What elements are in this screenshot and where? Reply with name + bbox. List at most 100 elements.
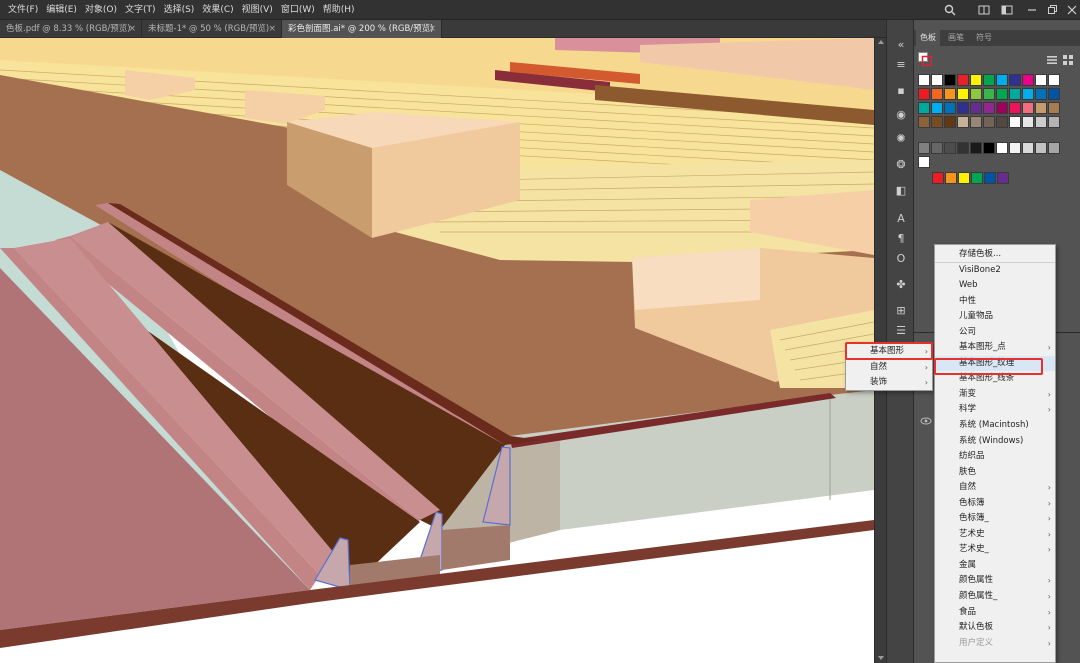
paragraph-icon[interactable]: ¶ xyxy=(894,232,908,246)
artboard-canvas[interactable] xyxy=(0,38,874,663)
transform-icon[interactable]: ⊞ xyxy=(894,304,908,318)
fill-stroke-icon[interactable] xyxy=(918,52,932,66)
color-swatch[interactable] xyxy=(983,116,995,128)
library-menu-item[interactable]: 金属 xyxy=(935,558,1055,574)
tab-document-2[interactable]: 未标题-1* @ 50 % (RGB/预览) × xyxy=(142,20,282,38)
tab-document-3-active[interactable]: 彩色剖面图.ai* @ 200 % (RGB/预览) × xyxy=(282,20,442,38)
library-menu-item[interactable]: 艺术史_ › xyxy=(935,542,1055,558)
menu-window[interactable]: 窗口(W) xyxy=(277,0,319,20)
scroll-down-icon[interactable] xyxy=(878,656,884,660)
character-icon[interactable]: A xyxy=(894,212,908,226)
library-menu-item[interactable]: 基本图形_纹理 xyxy=(935,355,1055,372)
search-icon[interactable] xyxy=(944,4,956,16)
workspace-icon[interactable] xyxy=(1001,4,1013,16)
color-swatch[interactable] xyxy=(1009,74,1021,86)
symbols-icon[interactable]: ✤ xyxy=(894,278,908,292)
color-swatch[interactable] xyxy=(996,102,1008,114)
color-swatch[interactable] xyxy=(1035,116,1047,128)
color-swatch[interactable] xyxy=(944,102,956,114)
color-swatch[interactable] xyxy=(996,142,1008,154)
menu-object[interactable]: 对象(O) xyxy=(81,0,121,20)
list-view-icon[interactable] xyxy=(1046,54,1058,66)
color-swatch[interactable] xyxy=(1022,142,1034,154)
color-swatch[interactable] xyxy=(957,88,969,100)
color-swatch[interactable] xyxy=(970,142,982,154)
restore-icon[interactable] xyxy=(1046,4,1058,16)
color-swatch[interactable] xyxy=(1035,102,1047,114)
color-swatch[interactable] xyxy=(1048,74,1060,86)
color-swatch[interactable] xyxy=(1009,88,1021,100)
color-swatch[interactable] xyxy=(957,102,969,114)
library-menu-item[interactable]: 纺织品 xyxy=(935,449,1055,465)
comment-icon[interactable]: ▪ xyxy=(894,84,908,98)
color-swatch[interactable] xyxy=(1048,88,1060,100)
color-swatch[interactable] xyxy=(1009,102,1021,114)
menu-type[interactable]: 文字(T) xyxy=(121,0,160,20)
color-swatch[interactable] xyxy=(931,102,943,114)
minimize-icon[interactable] xyxy=(1026,4,1038,16)
gradient-icon[interactable]: ◧ xyxy=(894,184,908,198)
color-swatch[interactable] xyxy=(996,88,1008,100)
color-swatch[interactable] xyxy=(971,172,983,184)
collapse-panels-icon[interactable]: « xyxy=(894,38,908,52)
color-swatch[interactable] xyxy=(1035,74,1047,86)
tab-swatches[interactable]: 色板 xyxy=(916,30,940,46)
color-swatch[interactable] xyxy=(970,116,982,128)
color-swatch[interactable] xyxy=(1009,116,1021,128)
color-swatch[interactable] xyxy=(1022,88,1034,100)
library-menu-item[interactable]: 科学 › xyxy=(935,402,1055,418)
library-menu-item[interactable]: 默认色板 › xyxy=(935,620,1055,636)
color-swatch[interactable] xyxy=(984,172,996,184)
color-swatch[interactable] xyxy=(944,142,956,154)
library-menu-item[interactable]: 公司 xyxy=(935,325,1055,341)
tab-symbols[interactable]: 符号 xyxy=(972,30,996,46)
color-swatch[interactable] xyxy=(1009,142,1021,154)
color-swatch[interactable] xyxy=(931,88,943,100)
library-menu-item[interactable]: 基本图形_线条 xyxy=(935,371,1055,387)
library-menu-item[interactable]: 存储色板... xyxy=(935,247,1055,263)
color-swatch[interactable] xyxy=(944,116,956,128)
color-swatch[interactable] xyxy=(1035,88,1047,100)
color-swatch[interactable] xyxy=(957,116,969,128)
library-menu-item[interactable]: Web xyxy=(935,278,1055,294)
menu-item-nature[interactable]: 自然 › xyxy=(846,360,932,376)
tab-document-1[interactable]: 色板.pdf @ 8.33 % (RGB/预览) × xyxy=(0,20,142,38)
color-swatch[interactable] xyxy=(918,116,930,128)
color-swatch[interactable] xyxy=(1022,74,1034,86)
menu-select[interactable]: 选择(S) xyxy=(160,0,199,20)
color-swatch[interactable] xyxy=(918,142,930,154)
library-menu-item[interactable]: VisiBone2 xyxy=(935,263,1055,279)
grid-view-icon[interactable] xyxy=(1062,54,1074,66)
align-icon[interactable]: ☰ xyxy=(894,324,908,338)
color-swatch[interactable] xyxy=(945,172,957,184)
tab-brushes[interactable]: 画笔 xyxy=(944,30,968,46)
color-swatch[interactable] xyxy=(970,74,982,86)
color-swatch[interactable] xyxy=(957,142,969,154)
color-guide-icon[interactable]: ◉ xyxy=(894,108,908,122)
color-swatch[interactable] xyxy=(996,116,1008,128)
visibility-eye-icon[interactable] xyxy=(920,417,932,425)
menu-help[interactable]: 帮助(H) xyxy=(319,0,359,20)
color-swatch[interactable] xyxy=(1022,116,1034,128)
color-swatch[interactable] xyxy=(1048,142,1060,154)
menu-item-basic-shapes[interactable]: 基本图形 › xyxy=(846,344,932,360)
color-swatch[interactable] xyxy=(970,102,982,114)
color-swatch[interactable] xyxy=(983,74,995,86)
color-swatch[interactable] xyxy=(918,102,930,114)
library-menu-item[interactable]: 色标簿 › xyxy=(935,496,1055,512)
color-swatch[interactable] xyxy=(931,142,943,154)
library-menu-item[interactable]: 颜色属性 › xyxy=(935,573,1055,589)
color-swatch[interactable] xyxy=(931,74,943,86)
library-menu-item[interactable]: 中性 xyxy=(935,294,1055,310)
library-menu-item[interactable]: 艺术史 › xyxy=(935,527,1055,543)
color-swatch[interactable] xyxy=(970,88,982,100)
graphic-styles-icon[interactable]: ❂ xyxy=(894,158,908,172)
library-menu-item[interactable]: 食品 › xyxy=(935,605,1055,621)
color-swatch[interactable] xyxy=(958,172,970,184)
menu-view[interactable]: 视图(V) xyxy=(238,0,277,20)
library-menu-item[interactable]: 自然 › xyxy=(935,480,1055,496)
color-swatch[interactable] xyxy=(931,116,943,128)
color-swatch[interactable] xyxy=(1048,102,1060,114)
color-swatch[interactable] xyxy=(1048,116,1060,128)
color-swatch[interactable] xyxy=(944,88,956,100)
